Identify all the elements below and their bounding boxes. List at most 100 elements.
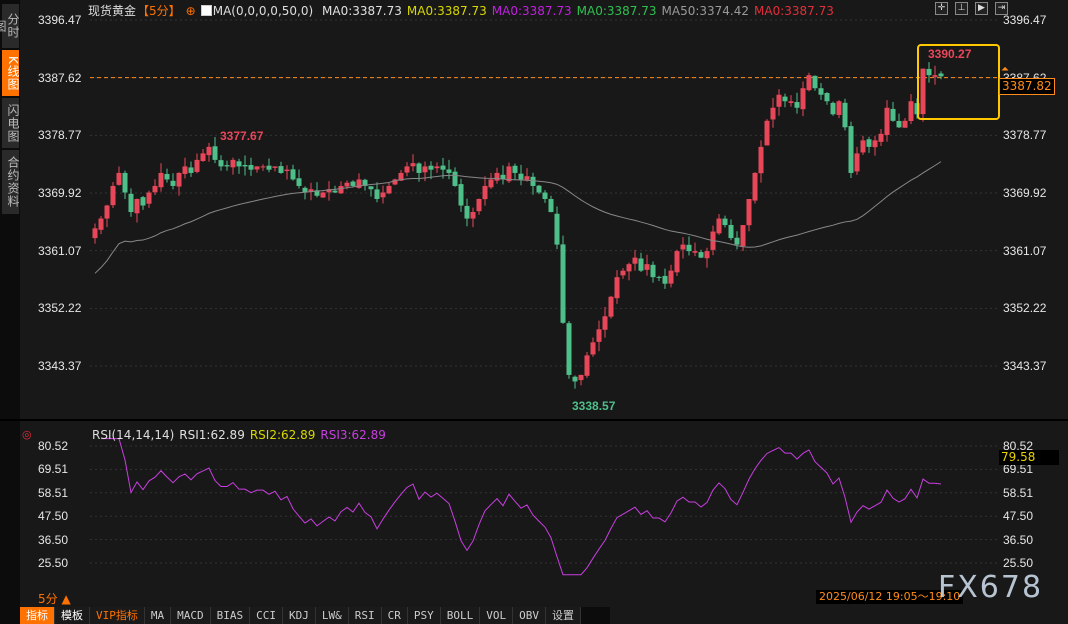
candle-body [836, 101, 842, 115]
indicator-tab[interactable]: CCI [250, 607, 283, 624]
period-selector[interactable]: 5分 ▲ [38, 590, 71, 607]
rsi-line [101, 438, 942, 576]
candle-body [386, 185, 392, 194]
candle-body [542, 192, 548, 199]
rsi-value: RSI3:62.89 [320, 428, 386, 442]
candle-body [98, 218, 104, 230]
indicator-tab[interactable]: RSI [348, 607, 382, 624]
candle-body [140, 197, 146, 206]
price-tick-label: 3369.92 [38, 186, 82, 200]
candle-body [806, 75, 812, 91]
indicator-tab[interactable]: 指标 [20, 607, 55, 624]
indicator-tab[interactable]: KDJ [283, 607, 316, 624]
indicator-tab[interactable]: CR [381, 607, 408, 624]
candle-body [164, 173, 170, 180]
candle-body [908, 101, 914, 121]
indicator-tab[interactable]: MA [144, 607, 172, 624]
candle-body [230, 159, 236, 168]
candle-body [320, 192, 326, 198]
indicator-tab[interactable]: BIAS [210, 607, 251, 624]
candle-body [866, 139, 872, 147]
candle-body [572, 376, 578, 382]
candle-body [200, 153, 206, 161]
rsi-tick-label: 25.50 [38, 556, 69, 570]
price-tick-label: 3352.22 [1003, 301, 1047, 316]
price-tick-label: 3378.77 [38, 128, 82, 143]
candle-body [626, 264, 632, 272]
candle-body [896, 120, 902, 128]
candle-body [458, 184, 464, 206]
candle-body [422, 166, 428, 173]
candle-body [680, 244, 686, 250]
candle-body [452, 171, 458, 186]
indicator-tab[interactable]: MACD [171, 607, 211, 624]
candle-body [818, 88, 824, 95]
candle-body [878, 133, 884, 142]
candle-body [242, 165, 248, 167]
indicator-tab[interactable]: 模板 [55, 607, 90, 624]
ma50-line [94, 161, 942, 274]
rsi-tick-label: 25.50 [1003, 556, 1034, 570]
indicator-tab[interactable]: 设置 [546, 607, 581, 624]
indicator-toolbar: 指标 模板 VIP指标 MA MACD BIAS CCI KDJ LW& RSI CR PSY BOLL… [20, 607, 610, 624]
rsi-value: RSI1:62.89 [179, 428, 245, 442]
price-chart[interactable]: 3377.673338.573390.27 [0, 0, 1068, 624]
candle-body [812, 75, 818, 89]
candle-body [824, 93, 830, 102]
price-tick-label: 3396.47 [1003, 13, 1047, 27]
candle-body [902, 120, 908, 128]
candle-body [182, 166, 188, 174]
candle-body [566, 323, 572, 375]
rsi-value: RSI2:62.89 [249, 428, 316, 442]
indicator-tab[interactable]: VIP指标 [90, 607, 145, 624]
rsi-tick-label: 47.50 [1003, 509, 1034, 524]
rsi-header: RSI(14,14,14) RSI1:62.89 RSI2:62.89 RSI3:62… [92, 428, 396, 442]
scroll-up-icon[interactable]: ⏶ [1001, 64, 1009, 75]
candle-body [134, 198, 140, 214]
candle-body [728, 224, 734, 239]
candle-body [638, 258, 644, 271]
indicator-tab[interactable]: VOL [480, 607, 514, 624]
candle-body [740, 225, 746, 247]
indicator-tab[interactable]: OBV [513, 607, 546, 624]
candle-body [860, 140, 866, 153]
low-annotation: 3338.57 [572, 399, 616, 413]
candle-body [854, 153, 860, 172]
target-icon[interactable]: ◎ [22, 428, 32, 441]
rsi-tick-label: 36.50 [1003, 532, 1034, 547]
candle-body [170, 180, 176, 186]
candle-body [152, 185, 158, 193]
candle-body [278, 166, 284, 173]
candle-body [704, 251, 710, 259]
candle-body [218, 160, 224, 167]
candle-body [734, 237, 740, 245]
candle-body [158, 172, 164, 188]
candle-body [698, 252, 704, 258]
candle-body [104, 205, 110, 219]
candle-body [212, 146, 218, 160]
rsi-tick-label: 36.50 [38, 532, 69, 547]
current-price-label: 3387.82 [999, 78, 1055, 95]
candle-body [782, 96, 788, 102]
candle-body [536, 185, 542, 193]
candle-body [746, 198, 752, 226]
candle-body [596, 329, 602, 342]
candle-body [494, 172, 500, 181]
candle-body [110, 185, 116, 206]
indicator-tab[interactable]: LW& [315, 607, 349, 624]
indicator-tab[interactable]: BOLL [440, 607, 481, 624]
price-tick-label: 3369.92 [1003, 186, 1047, 200]
candle-body [194, 159, 200, 172]
candle-body [650, 264, 656, 278]
candle-body [470, 212, 476, 219]
candle-body [632, 257, 638, 264]
candle-body [602, 316, 608, 330]
rsi-tick-label: 80.52 [38, 439, 69, 453]
candle-body [296, 178, 302, 186]
candle-body [332, 190, 338, 193]
candle-body [482, 185, 488, 200]
indicator-tab[interactable]: PSY [407, 607, 441, 624]
candle-body [656, 276, 662, 278]
candle-body [770, 107, 776, 120]
candle-body [176, 172, 182, 187]
